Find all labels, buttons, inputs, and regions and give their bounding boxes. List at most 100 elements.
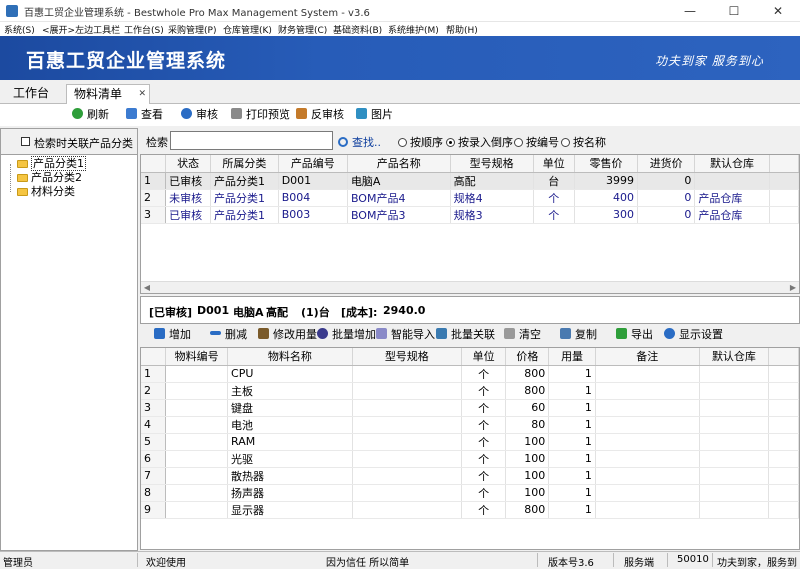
table-cell[interactable]: BOM产品3 xyxy=(347,206,451,224)
table-cell[interactable] xyxy=(595,450,700,468)
menu-warehouse[interactable]: 仓库管理(K) xyxy=(223,23,272,36)
table-cell[interactable]: 800 xyxy=(505,365,550,383)
clear-button[interactable]: 清空 xyxy=(504,328,541,344)
table-cell[interactable]: 1 xyxy=(548,382,596,400)
search-input[interactable] xyxy=(170,131,333,150)
table-cell[interactable]: 个 xyxy=(533,206,575,224)
table-cell[interactable] xyxy=(165,433,229,451)
table-cell[interactable] xyxy=(699,416,770,434)
table-cell[interactable] xyxy=(699,484,770,502)
table-row[interactable]: 1 CPU 个 800 1 xyxy=(141,365,799,383)
table-cell[interactable] xyxy=(352,484,462,502)
table-row[interactable]: 3 键盘 个 60 1 xyxy=(141,399,799,417)
column-header[interactable] xyxy=(141,348,167,366)
table-cell[interactable] xyxy=(595,399,700,417)
column-header[interactable]: 默认仓库 xyxy=(694,155,770,173)
column-header[interactable]: 产品编号 xyxy=(278,155,348,173)
table-cell[interactable] xyxy=(352,467,462,485)
table-cell[interactable] xyxy=(352,501,462,519)
table-row[interactable]: 7 散热器 个 100 1 xyxy=(141,467,799,485)
table-cell[interactable]: 个 xyxy=(461,399,507,417)
table-row[interactable]: 2 未审核 产品分类1 B004 BOM产品4 规格4 个 400 0 产品仓库 xyxy=(141,189,799,207)
link-category-checkbox[interactable] xyxy=(21,137,30,146)
table-cell[interactable] xyxy=(165,501,229,519)
table-cell[interactable] xyxy=(352,382,462,400)
column-header[interactable]: 零售价 xyxy=(574,155,639,173)
table-cell[interactable]: 1 xyxy=(548,501,596,519)
table-cell[interactable]: CPU xyxy=(227,365,353,383)
column-header[interactable]: 物料名称 xyxy=(227,348,353,366)
sort-radio-entry-desc[interactable]: 按录入倒序 xyxy=(446,134,513,150)
menu-workbench[interactable]: 工作台(S) xyxy=(124,23,164,36)
remove-button[interactable]: 删减 xyxy=(210,328,247,344)
edit-quantity-button[interactable]: 修改用量 xyxy=(258,328,317,344)
table-cell[interactable] xyxy=(595,467,700,485)
table-cell[interactable] xyxy=(165,382,229,400)
table-cell[interactable] xyxy=(352,416,462,434)
table-cell[interactable]: 个 xyxy=(461,382,507,400)
table-cell[interactable] xyxy=(699,399,770,417)
table-cell[interactable]: 个 xyxy=(461,365,507,383)
sort-radio-sequence[interactable]: 按顺序 xyxy=(398,134,443,150)
table-cell[interactable] xyxy=(165,484,229,502)
table-cell[interactable] xyxy=(595,433,700,451)
table-cell[interactable] xyxy=(699,433,770,451)
table-cell[interactable]: 电池 xyxy=(227,416,353,434)
table-cell[interactable]: BOM产品4 xyxy=(347,189,451,207)
table-cell[interactable]: 800 xyxy=(505,501,550,519)
view-button[interactable]: 查看 xyxy=(126,108,163,124)
print-preview-button[interactable]: 打印预览 xyxy=(231,108,290,124)
table-cell[interactable] xyxy=(699,382,770,400)
export-button[interactable]: 导出 xyxy=(616,328,653,344)
table-cell[interactable]: 60 xyxy=(505,399,550,417)
table-cell[interactable] xyxy=(165,365,229,383)
table-cell[interactable]: 300 xyxy=(574,206,639,224)
column-header[interactable]: 价格 xyxy=(505,348,550,366)
tab-close-icon[interactable]: ✕ xyxy=(138,85,146,103)
column-header[interactable]: 单位 xyxy=(461,348,507,366)
column-header[interactable]: 状态 xyxy=(165,155,211,173)
table-cell[interactable]: 1 xyxy=(548,399,596,417)
table-cell[interactable]: 80 xyxy=(505,416,550,434)
table-cell[interactable] xyxy=(699,467,770,485)
tab-workbench[interactable]: 工作台 xyxy=(6,84,56,104)
table-cell[interactable]: 产品仓库 xyxy=(694,189,770,207)
column-header[interactable]: 型号规格 xyxy=(450,155,534,173)
table-cell[interactable]: 显示器 xyxy=(227,501,353,519)
table-cell[interactable]: 400 xyxy=(574,189,639,207)
table-row[interactable]: 2 主板 个 800 1 xyxy=(141,382,799,400)
table-cell[interactable]: 个 xyxy=(461,484,507,502)
column-header[interactable]: 单位 xyxy=(533,155,575,173)
table-row[interactable]: 1 已审核 产品分类1 D001 电脑A 高配台 3999 0 xyxy=(141,172,799,190)
table-row[interactable]: 6 光驱 个 100 1 xyxy=(141,450,799,468)
menu-help[interactable]: 帮助(H) xyxy=(446,23,478,36)
table-cell[interactable]: 扬声器 xyxy=(227,484,353,502)
table-cell[interactable]: 个 xyxy=(461,450,507,468)
table-cell[interactable]: RAM xyxy=(227,433,353,451)
table-cell[interactable] xyxy=(699,365,770,383)
menu-finance[interactable]: 财务管理(C) xyxy=(278,23,327,36)
sort-radio-name[interactable]: 按名称 xyxy=(561,134,606,150)
table-cell[interactable]: B003 xyxy=(278,206,348,224)
table-cell[interactable]: 1 xyxy=(548,433,596,451)
table-row[interactable]: 9 显示器 个 800 1 xyxy=(141,501,799,519)
table-cell[interactable]: 产品分类1 xyxy=(210,206,279,224)
table-cell[interactable]: 100 xyxy=(505,433,550,451)
table-cell[interactable]: 规格3 xyxy=(450,206,534,224)
column-header[interactable]: 型号规格 xyxy=(352,348,462,366)
minimize-button[interactable]: — xyxy=(668,0,712,22)
table-cell[interactable]: 1 xyxy=(548,484,596,502)
table-cell[interactable] xyxy=(595,382,700,400)
table-cell[interactable]: 产品分类1 xyxy=(210,172,279,190)
table-cell[interactable] xyxy=(165,416,229,434)
column-header[interactable]: 物料编号 xyxy=(165,348,229,366)
table-cell[interactable]: 键盘 xyxy=(227,399,353,417)
batch-add-button[interactable]: 批量增加 xyxy=(317,328,376,344)
table-cell[interactable]: 光驱 xyxy=(227,450,353,468)
table-cell[interactable]: 散热器 xyxy=(227,467,353,485)
menu-purchase[interactable]: 采购管理(P) xyxy=(168,23,216,36)
column-header[interactable]: 用量 xyxy=(548,348,596,366)
copy-button[interactable]: 复制 xyxy=(560,328,597,344)
table-cell[interactable] xyxy=(595,365,700,383)
table-cell[interactable] xyxy=(699,501,770,519)
